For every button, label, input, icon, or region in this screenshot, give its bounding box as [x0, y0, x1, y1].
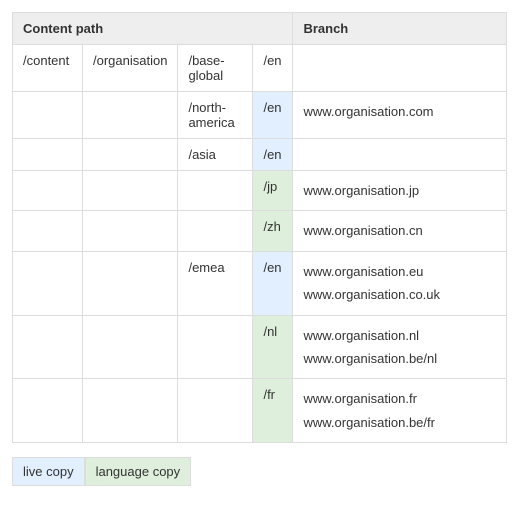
path-level-3	[178, 211, 253, 251]
branch-cell: www.organisation.cn	[293, 211, 507, 251]
branch-cell: www.organisation.com	[293, 92, 507, 139]
header-branch: Branch	[293, 13, 507, 45]
path-level-2	[83, 92, 178, 139]
table-row: /nlwww.organisation.nlwww.organisation.b…	[13, 315, 507, 379]
path-locale: /en	[253, 45, 293, 92]
branch-domain: www.organisation.cn	[303, 219, 496, 242]
path-level-2	[83, 211, 178, 251]
path-level-1: /content	[13, 45, 83, 92]
branch-cell	[293, 45, 507, 92]
path-locale: /en	[253, 92, 293, 139]
path-locale: /nl	[253, 315, 293, 379]
path-locale: /en	[253, 139, 293, 171]
path-level-3: /emea	[178, 251, 253, 315]
path-level-3: /base-global	[178, 45, 253, 92]
path-level-1	[13, 315, 83, 379]
legend: live copylanguage copy	[12, 457, 507, 486]
branch-cell	[293, 139, 507, 171]
header-content-path: Content path	[13, 13, 293, 45]
content-branch-table: Content path Branch /content/organisatio…	[12, 12, 507, 443]
branch-domain: www.organisation.eu	[303, 260, 496, 283]
table-row: /emea/enwww.organisation.euwww.organisat…	[13, 251, 507, 315]
path-level-1	[13, 251, 83, 315]
path-level-2	[83, 171, 178, 211]
legend-live-copy: live copy	[12, 457, 85, 486]
branch-cell: www.organisation.nlwww.organisation.be/n…	[293, 315, 507, 379]
path-locale: /jp	[253, 171, 293, 211]
path-level-1	[13, 92, 83, 139]
branch-cell: www.organisation.euwww.organisation.co.u…	[293, 251, 507, 315]
table-row: /zh www.organisation.cn	[13, 211, 507, 251]
path-level-2	[83, 139, 178, 171]
table-row: /asia/en	[13, 139, 507, 171]
path-level-1	[13, 139, 83, 171]
table-row: /north-america/en www.organisation.com	[13, 92, 507, 139]
branch-domain: www.organisation.fr	[303, 387, 496, 410]
table-row: /content/organisation/base-global/en	[13, 45, 507, 92]
branch-domain: www.organisation.jp	[303, 179, 496, 202]
path-locale: /en	[253, 251, 293, 315]
path-level-3: /asia	[178, 139, 253, 171]
path-level-3: /north-america	[178, 92, 253, 139]
branch-domain: www.organisation.co.uk	[303, 283, 496, 306]
branch-domain: www.organisation.nl	[303, 324, 496, 347]
branch-cell: www.organisation.frwww.organisation.be/f…	[293, 379, 507, 443]
path-level-1	[13, 379, 83, 443]
path-level-3	[178, 315, 253, 379]
path-level-2	[83, 379, 178, 443]
path-level-3	[178, 379, 253, 443]
path-locale: /zh	[253, 211, 293, 251]
path-level-2: /organisation	[83, 45, 178, 92]
path-level-2	[83, 315, 178, 379]
branch-domain: www.organisation.be/nl	[303, 347, 496, 370]
branch-cell: www.organisation.jp	[293, 171, 507, 211]
path-level-2	[83, 251, 178, 315]
path-level-1	[13, 171, 83, 211]
path-level-1	[13, 211, 83, 251]
legend-language-copy: language copy	[85, 457, 192, 486]
path-level-3	[178, 171, 253, 211]
branch-domain: www.organisation.com	[303, 100, 496, 123]
path-locale: /fr	[253, 379, 293, 443]
table-row: /frwww.organisation.frwww.organisation.b…	[13, 379, 507, 443]
table-row: /jp www.organisation.jp	[13, 171, 507, 211]
branch-domain: www.organisation.be/fr	[303, 411, 496, 434]
